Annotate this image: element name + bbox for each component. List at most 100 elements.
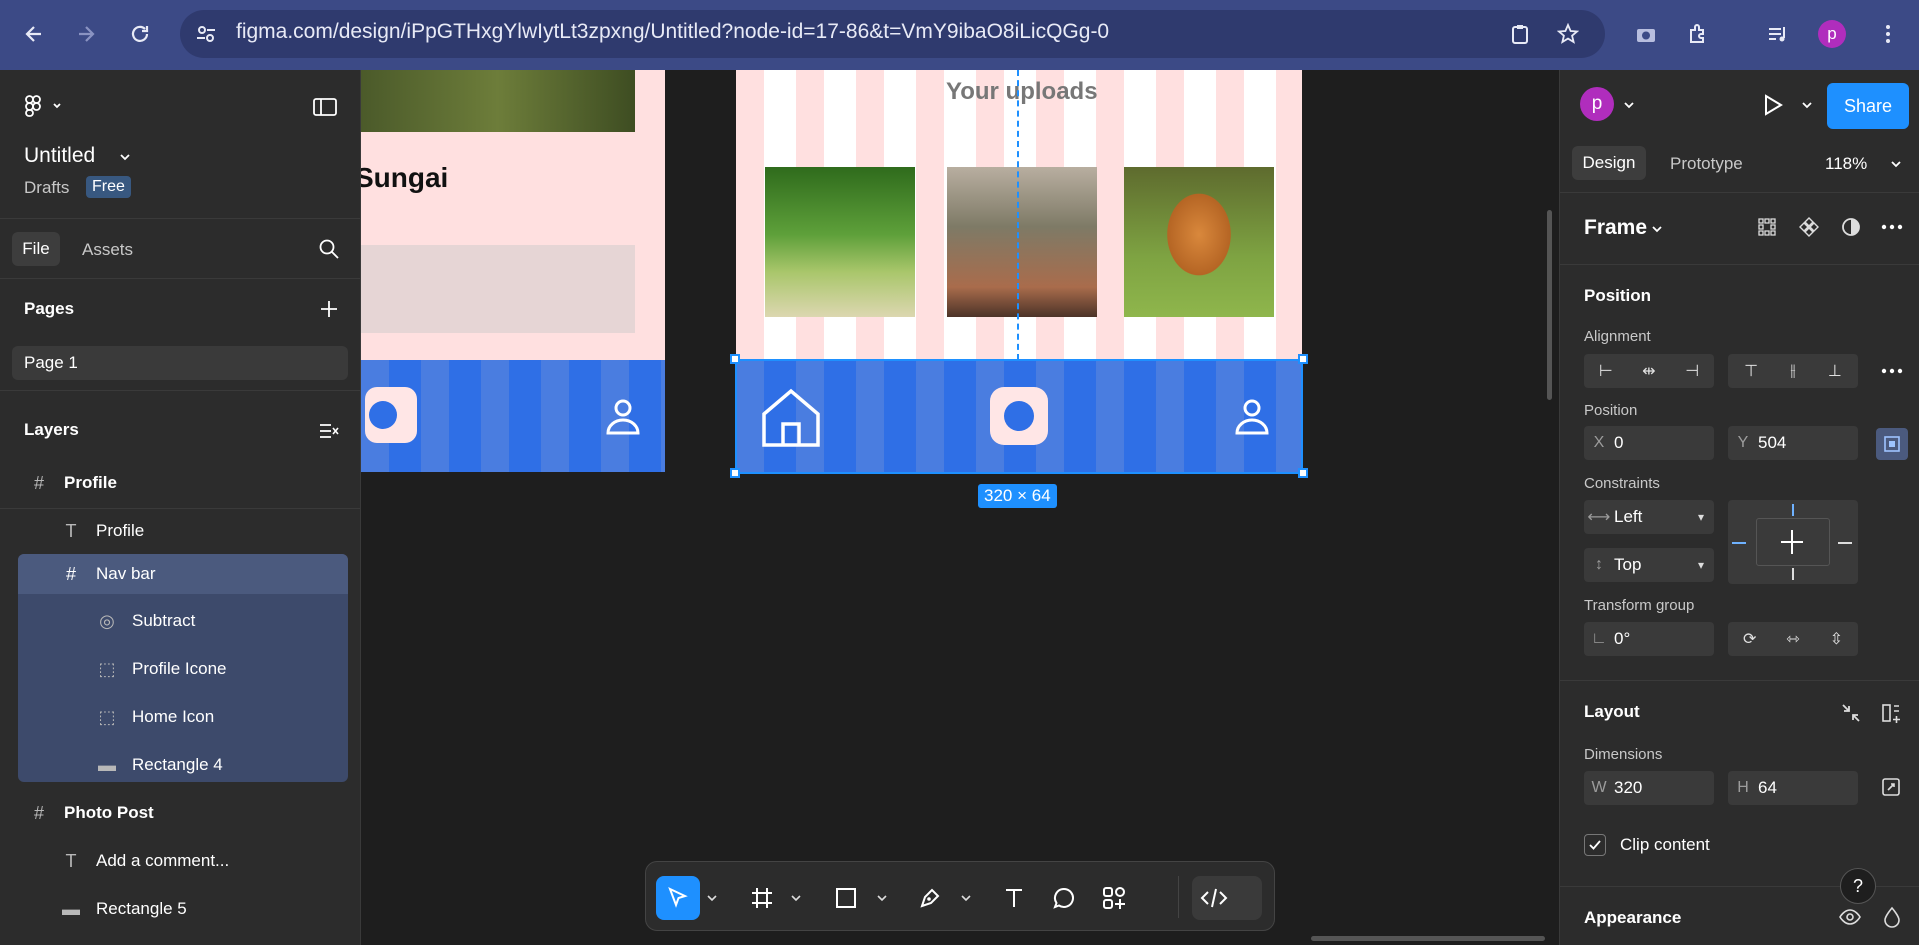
flip-horizontal-icon[interactable]: ⇿ [1786,629,1799,649]
text-tool-button[interactable] [992,876,1036,920]
comment-tool-button[interactable] [1042,876,1086,920]
back-icon[interactable] [16,16,52,52]
upload-image-bamboo[interactable] [765,167,915,317]
layer-item[interactable]: T Add a comment... [56,841,230,881]
align-right-icon[interactable]: ⊣ [1685,361,1699,381]
media-control-icon[interactable] [1760,16,1796,52]
figma-main-menu-icon[interactable] [24,94,64,123]
width-field[interactable]: W 320 [1584,771,1714,805]
component-icon[interactable] [1798,216,1820,243]
upload-image-tiger[interactable] [1124,167,1274,317]
tab-assets[interactable]: Assets [82,240,133,260]
drop-icon[interactable] [1882,906,1902,933]
layer-item[interactable]: T Profile [56,511,145,551]
forward-icon[interactable] [68,16,104,52]
align-bottom-icon[interactable]: ⊥ [1828,361,1842,381]
chevron-down-icon[interactable] [872,876,892,920]
layer-item[interactable]: ⬚ Profile Icone [92,649,226,689]
chevron-down-icon[interactable] [956,876,976,920]
toolbar-divider [1178,876,1179,918]
grid-icon[interactable] [1756,216,1778,243]
more-options-icon[interactable] [1880,216,1904,243]
present-play-icon[interactable] [1760,92,1786,123]
layer-item[interactable]: ⬚ Home Icon [92,697,214,737]
horizontal-constraint-select[interactable]: ⟷ Left ▾ [1584,500,1714,534]
absolute-position-icon[interactable] [1876,428,1908,460]
align-left-icon[interactable]: ⊢ [1599,361,1613,381]
url-text[interactable]: figma.com/design/iPpGTHxgYlwIytLt3zpxng/… [236,20,1109,44]
pen-tool-button[interactable] [908,876,952,920]
frame-type-label[interactable]: Frame [1584,216,1647,240]
auto-layout-icon[interactable] [1880,702,1902,729]
frame-tool-button[interactable] [740,876,784,920]
group-dashed-icon: ⬚ [98,706,116,727]
clipboard-icon[interactable] [1502,16,1538,52]
page-item[interactable]: Page 1 [12,346,348,380]
design-canvas[interactable]: Sungai Your uploads 320 × 64 [361,70,1559,945]
site-settings-icon[interactable] [188,16,224,52]
actions-tool-button[interactable] [1092,876,1136,920]
layer-item[interactable]: ◎ Subtract [92,601,195,641]
dev-mode-toggle[interactable] [1192,876,1262,920]
clip-content-label[interactable]: Clip content [1620,835,1710,855]
collapse-layers-icon[interactable] [318,420,340,447]
height-field[interactable]: H 64 [1728,771,1858,805]
resize-handle-bottom-left[interactable] [730,468,740,478]
user-avatar[interactable]: p [1580,87,1614,121]
extensions-puzzle-icon[interactable] [1680,16,1716,52]
resize-handle-bottom-right[interactable] [1298,468,1308,478]
nav-bar-left-frame[interactable] [361,360,665,472]
move-tool-button[interactable] [656,876,700,920]
mask-icon[interactable] [1840,216,1862,243]
chevron-down-icon[interactable] [786,876,806,920]
reload-icon[interactable] [122,16,158,52]
drafts-link[interactable]: Drafts [24,178,69,198]
layer-item[interactable]: # Photo Post [24,793,154,833]
help-button[interactable]: ? [1840,868,1876,904]
more-alignment-icon[interactable] [1880,360,1904,387]
search-icon[interactable] [318,238,340,265]
share-button[interactable]: Share [1827,83,1909,129]
layer-item[interactable]: # Nav bar [56,554,156,594]
file-title[interactable]: Untitled [24,144,95,168]
upload-image-cakes[interactable] [947,167,1097,317]
collapse-layout-icon[interactable] [1840,702,1862,729]
eye-icon[interactable] [1838,906,1862,933]
align-middle-v-icon[interactable]: ⫲ [1790,362,1795,380]
chevron-down-icon[interactable] [1622,98,1636,117]
rotation-field[interactable]: ∟ 0° [1584,622,1714,656]
toggle-sidebar-icon[interactable] [312,96,338,123]
file-title-chevron-icon[interactable] [118,150,132,169]
chevron-down-icon[interactable] [1650,222,1664,241]
constraints-widget[interactable] [1728,500,1858,584]
tab-file[interactable]: File [12,232,60,266]
chevron-down-icon[interactable] [1889,157,1903,176]
tab-design[interactable]: Design [1572,146,1646,180]
vertical-scrollbar[interactable] [1547,210,1552,400]
rectangle-tool-button[interactable] [824,876,868,920]
layer-item[interactable]: ▬ Rectangle 4 [92,745,223,785]
add-page-icon[interactable] [318,298,340,325]
tab-prototype[interactable]: Prototype [1670,154,1743,174]
bookmark-star-icon[interactable] [1550,16,1586,52]
camera-extension-icon[interactable] [1628,16,1664,52]
horizontal-scrollbar[interactable] [1311,936,1545,941]
browser-menu-icon[interactable] [1870,16,1906,52]
vertical-constraint-select[interactable]: ↕ Top ▾ [1584,548,1714,582]
resize-handle-top-right[interactable] [1298,354,1308,364]
layer-item[interactable]: # Profile [24,463,117,503]
rotate-icon[interactable]: ⟳ [1743,629,1756,649]
browser-profile-avatar[interactable]: p [1818,20,1846,48]
flip-vertical-icon[interactable]: ⇳ [1830,629,1843,649]
align-center-h-icon[interactable]: ⇹ [1642,361,1655,381]
y-position-field[interactable]: Y 504 [1728,426,1858,460]
resize-to-fit-icon[interactable] [1880,776,1902,803]
x-position-field[interactable]: X 0 [1584,426,1714,460]
chevron-down-icon[interactable] [702,876,722,920]
zoom-level[interactable]: 118% [1825,154,1867,174]
resize-handle-top-left[interactable] [730,354,740,364]
align-top-icon[interactable]: ⊤ [1744,361,1758,381]
clip-content-checkbox[interactable] [1584,834,1606,856]
layer-item[interactable]: ▬ Rectangle 5 [56,889,187,929]
chevron-down-icon[interactable] [1800,98,1814,117]
